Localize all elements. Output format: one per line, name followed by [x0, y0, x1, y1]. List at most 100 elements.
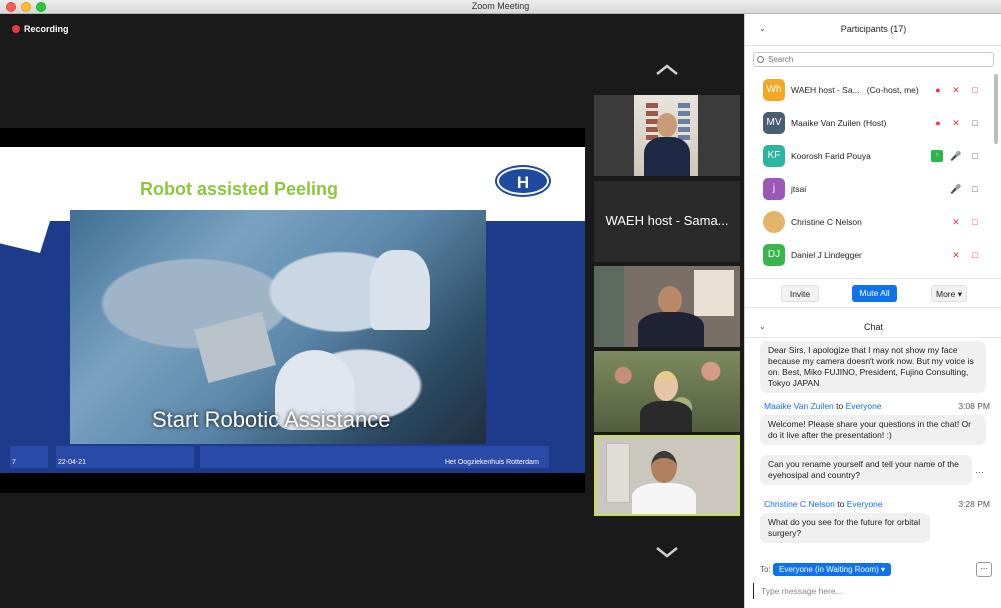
participant-body	[632, 483, 696, 514]
participant-row[interactable]: DJ Daniel J Lindegger ✕ □	[745, 239, 1001, 272]
video-area: Recording Robot assisted Peeling H Start…	[0, 14, 744, 608]
recording-indicator: Recording	[12, 24, 69, 34]
chat-recipient-row: To: Everyone (in Waiting Room) ▾ ⋯	[745, 562, 1001, 578]
avatar	[763, 211, 785, 233]
participant-head	[658, 286, 682, 314]
mute-all-button[interactable]: Mute All	[852, 285, 897, 302]
presentation-slide: Robot assisted Peeling H Start Robotic A…	[0, 147, 585, 473]
video-tile-active-speaker[interactable]	[594, 435, 740, 516]
record-dot-icon	[12, 25, 20, 33]
participant-body	[644, 137, 690, 176]
mic-muted-icon[interactable]: ✕	[950, 117, 962, 129]
chat-message: What do you see for the future for orbit…	[760, 513, 930, 543]
participant-name: jtsai	[791, 184, 807, 194]
camera-icon[interactable]: □	[969, 183, 981, 195]
participant-row[interactable]: Christine C Nelson ✕ □	[745, 206, 1001, 239]
chevron-down-icon: ▾	[955, 289, 962, 299]
video-tile[interactable]	[594, 95, 740, 176]
chat-message-input[interactable]: Type message here...	[753, 583, 993, 599]
mic-muted-icon[interactable]: ✕	[950, 249, 962, 261]
hospital-logo: H	[497, 167, 549, 195]
chat-message: Welcome! Please share your questions in …	[760, 415, 986, 445]
mic-muted-icon[interactable]: ✕	[950, 84, 962, 96]
side-panel: ⌄ Participants (17) Search Wh WAEH host …	[744, 14, 1001, 608]
search-icon	[757, 56, 764, 63]
search-placeholder: Search	[768, 55, 794, 64]
avatar: DJ	[763, 244, 785, 266]
background-door	[606, 443, 630, 503]
avatar: j	[763, 178, 785, 200]
background-art	[678, 103, 690, 143]
to-label: To:	[760, 565, 771, 574]
chat-message: Can you rename yourself and tell your na…	[760, 455, 972, 485]
photo-caption: Start Robotic Assistance	[152, 407, 391, 432]
scroll-down-icon[interactable]	[655, 546, 679, 558]
participant-head	[657, 113, 677, 137]
title-bar: Zoom Meeting	[0, 0, 1001, 14]
participant-row[interactable]: MV Maaike Van Zuilen (Host) ● ✕ □	[745, 107, 1001, 140]
camera-icon[interactable]: □	[969, 150, 981, 162]
chat-messages[interactable]: Dear Sirs, I apologize that I may not sh…	[745, 339, 1001, 551]
mic-icon[interactable]: 🎤	[950, 183, 962, 195]
participant-name: Christine C Nelson	[791, 217, 862, 227]
recipient-select[interactable]: Everyone (in Waiting Room) ▾	[773, 563, 891, 576]
participants-scrollbar[interactable]	[994, 74, 998, 144]
video-tile[interactable]	[594, 266, 740, 347]
message-header: Maaike Van Zuilen to Everyone	[764, 401, 882, 411]
scroll-up-icon[interactable]	[655, 64, 679, 76]
window-title: Zoom Meeting	[471, 1, 530, 11]
message-options-icon[interactable]: ⋯	[975, 467, 984, 478]
chat-message: Dear Sirs, I apologize that I may not sh…	[760, 341, 986, 393]
shared-screen[interactable]: Robot assisted Peeling H Start Robotic A…	[0, 128, 585, 493]
participant-name: Maaike Van Zuilen (Host)	[791, 118, 887, 128]
participant-name: WAEH host - Sa... (Co-host, me)	[791, 85, 919, 95]
more-button[interactable]: More ▾	[931, 285, 967, 302]
avatar: Wh	[763, 79, 785, 101]
slide-title: Robot assisted Peeling	[140, 179, 339, 199]
participants-header: ⌄ Participants (17)	[745, 14, 1001, 46]
tile-participant-name: WAEH host - Sama...	[605, 213, 729, 228]
footer-organization: Het Oogziekenhuis Rotterdam	[445, 459, 539, 466]
photo-detail	[370, 250, 430, 330]
camera-off-icon[interactable]: □	[969, 84, 981, 96]
participant-row[interactable]: j jtsai 🎤 □	[745, 173, 1001, 206]
participants-title: Participants (17)	[840, 24, 907, 34]
zoom-window: Zoom Meeting Recording Robot assisted Pe…	[0, 0, 1001, 608]
participant-row[interactable]: Wh WAEH host - Sa... (Co-host, me) ● ✕ □	[745, 74, 1001, 107]
participant-head	[651, 451, 677, 483]
chat-more-icon[interactable]: ⋯	[976, 562, 992, 577]
mic-muted-icon[interactable]: ✕	[950, 216, 962, 228]
chat-title: Chat	[863, 322, 883, 332]
avatar: MV	[763, 112, 785, 134]
participant-row[interactable]: KF Koorosh Farid Pouya ↑ 🎤 □	[745, 140, 1001, 173]
chat-header: ⌄ Chat	[745, 316, 1001, 338]
video-tile[interactable]	[594, 351, 740, 432]
camera-icon[interactable]: □	[969, 117, 981, 129]
recording-label: Recording	[24, 24, 69, 34]
recording-dot-icon: ●	[935, 85, 941, 95]
participant-actions: Invite Mute All More ▾	[745, 278, 1001, 308]
background-window	[594, 266, 624, 347]
camera-off-icon[interactable]: □	[969, 249, 981, 261]
invite-button[interactable]: Invite	[781, 285, 819, 302]
chevron-down-icon: ▾	[878, 565, 885, 574]
participant-body	[638, 312, 704, 347]
message-time: 3:28 PM	[958, 499, 990, 509]
participant-name: Koorosh Farid Pouya	[791, 151, 871, 161]
surgery-photo: Start Robotic Assistance	[70, 210, 486, 444]
camera-off-icon[interactable]: □	[969, 216, 981, 228]
avatar: KF	[763, 145, 785, 167]
screen-share-icon: ↑	[931, 150, 943, 162]
message-time: 3:08 PM	[958, 401, 990, 411]
photo-detail	[194, 311, 276, 384]
participant-head	[654, 371, 678, 401]
message-header: Christine C Nelson to Everyone	[764, 499, 883, 509]
slide-footer: 7 22-04-21 Het Oogziekenhuis Rotterdam	[0, 444, 585, 473]
mic-icon[interactable]: 🎤	[950, 150, 962, 162]
footer-page-number: 7	[12, 459, 16, 466]
participant-body	[640, 401, 692, 432]
video-tile[interactable]: WAEH host - Sama...	[594, 181, 740, 262]
participant-search-input[interactable]: Search	[753, 52, 994, 67]
background-art	[694, 270, 734, 316]
footer-date: 22-04-21	[58, 459, 87, 466]
